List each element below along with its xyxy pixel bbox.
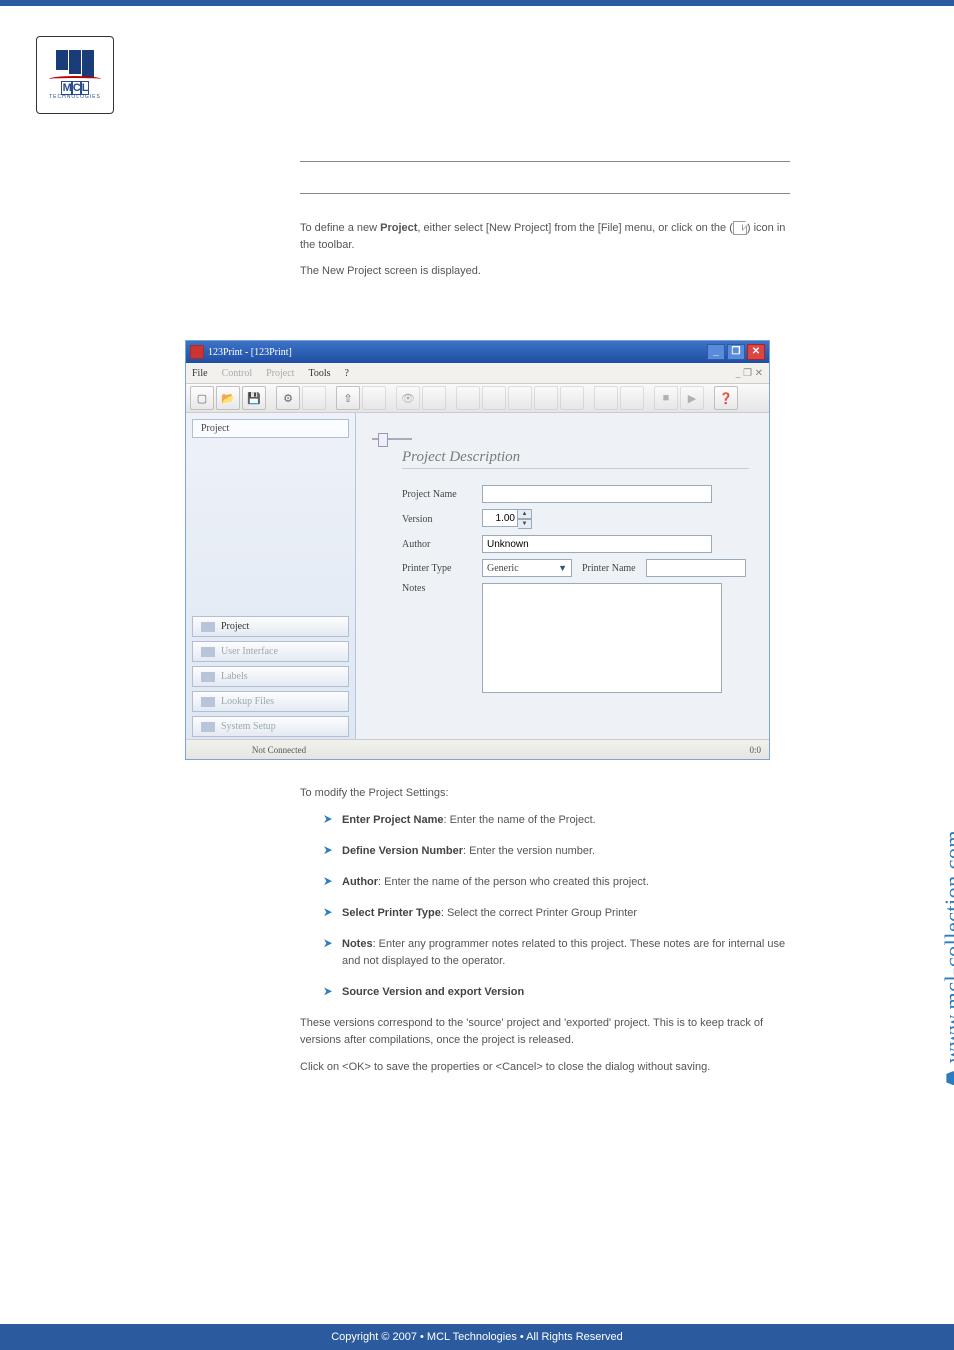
zoom-slider[interactable] [372,433,412,445]
app-screenshot: 123Print - [123Print] _ ❐ ✕ File Control… [185,340,770,760]
menu-control: Control [222,368,253,379]
label-version: Version [402,514,472,525]
label-project-name: Project Name [402,489,472,500]
select-printer-type[interactable]: Generic▼ [482,559,572,577]
toolbar: ▢ 📂 💾 ⚙ ⇧ 👁 ■ ▶ ❓ [186,383,769,413]
bullet-2: Define Version Number: Enter the version… [324,843,790,860]
toolbar-b8 [534,386,558,410]
nav-labels: Labels [192,666,349,687]
toolbar-b11 [620,386,644,410]
spin-down-icon[interactable]: ▼ [518,519,532,529]
toolbar-save[interactable]: 💾 [242,386,266,410]
content-column: To define a new Project, either select [… [300,140,790,290]
status-cursor: 0:0 [749,745,761,755]
menu-project: Project [266,368,294,379]
mdi-window-controls[interactable]: _ ❐ ✕ [736,368,763,379]
below-lead: To modify the Project Settings: [300,785,790,802]
intro-paragraph-2: The New Project screen is displayed. [300,263,790,280]
window-close-button[interactable]: ✕ [747,344,765,360]
lookup-icon [201,697,215,707]
textarea-notes[interactable] [482,583,722,693]
menu-tools[interactable]: Tools [308,368,330,379]
page-footer: Copyright © 2007 • MCL Technologies • Al… [0,1324,954,1350]
page-top-bar [0,0,954,6]
toolbar-b6 [482,386,506,410]
nav-system-setup: System Setup [192,716,349,737]
toolbar-help[interactable]: ❓ [714,386,738,410]
status-connection: Not Connected [194,745,364,755]
bullet-4: Select Printer Type: Select the correct … [324,905,790,922]
nav-project[interactable]: Project [192,616,349,637]
sidebar: Project Project User Interface Labels Lo… [186,413,356,739]
nav-user-interface: User Interface [192,641,349,662]
toolbar-b7 [508,386,532,410]
input-version[interactable]: ▲▼ [482,509,532,529]
chevron-down-icon: ▼ [558,563,567,573]
label-printer-type: Printer Type [402,563,472,574]
toolbar-new[interactable]: ▢ [190,386,214,410]
intro-paragraph-1: To define a new Project, either select [… [300,220,790,253]
ui-icon [201,647,215,657]
input-author[interactable] [482,535,712,553]
url-bullet-icon [946,1071,954,1085]
bullet-1: Enter Project Name: Enter the name of th… [324,812,790,829]
toolbar-b12: ■ [654,386,678,410]
closing-1: These versions correspond to the 'source… [300,1015,790,1049]
project-icon [201,622,215,632]
new-project-icon [733,221,747,235]
main-pane: Project Description Project Name Version… [356,413,769,739]
bullet-6: Source Version and export Version [324,984,790,1001]
labels-icon [201,672,215,682]
window-minimize-button[interactable]: _ [707,344,725,360]
heading-rule-2 [300,172,790,194]
status-bar: Not Connected 0:0 [186,739,769,759]
toolbar-upload[interactable]: ⇧ [336,386,360,410]
toolbar-b2 [362,386,386,410]
closing-2: Click on <OK> to save the properties or … [300,1059,790,1076]
mcl-logo: MCL TECHNOLOGIES [36,36,114,114]
menu-file[interactable]: File [192,368,208,379]
bullet-5: Notes: Enter any programmer notes relate… [324,936,790,970]
label-printer-name: Printer Name [582,563,636,574]
toolbar-b10 [594,386,618,410]
input-printer-name[interactable] [646,559,746,577]
menu-bar: File Control Project Tools ? _ ❐ ✕ [186,363,769,383]
nav-lookup-files: Lookup Files [192,691,349,712]
toolbar-open[interactable]: 📂 [216,386,240,410]
toolbar-b13: ▶ [680,386,704,410]
system-icon [201,722,215,732]
toolbar-b9 [560,386,584,410]
heading-rule-1 [300,140,790,162]
menu-help[interactable]: ? [345,368,349,379]
spin-up-icon[interactable]: ▲ [518,509,532,519]
label-notes: Notes [402,583,472,594]
toolbar-b4 [422,386,446,410]
tree-root[interactable]: Project [192,419,349,438]
bullet-list: Enter Project Name: Enter the name of th… [324,812,790,1001]
vertical-url: www.mcl-collection.com [940,830,954,1085]
window-titlebar: 123Print - [123Print] _ ❐ ✕ [186,341,769,363]
toolbar-b1 [302,386,326,410]
toolbar-b3: 👁 [396,386,420,410]
bullet-3: Author: Enter the name of the person who… [324,874,790,891]
app-icon [190,345,204,359]
window-title: 123Print - [123Print] [208,347,292,358]
toolbar-b5 [456,386,480,410]
pane-title: Project Description [402,449,749,469]
toolbar-props[interactable]: ⚙ [276,386,300,410]
instruction-block: To modify the Project Settings: Enter Pr… [300,785,790,1087]
label-author: Author [402,539,472,550]
window-maximize-button[interactable]: ❐ [727,344,745,360]
input-project-name[interactable] [482,485,712,503]
